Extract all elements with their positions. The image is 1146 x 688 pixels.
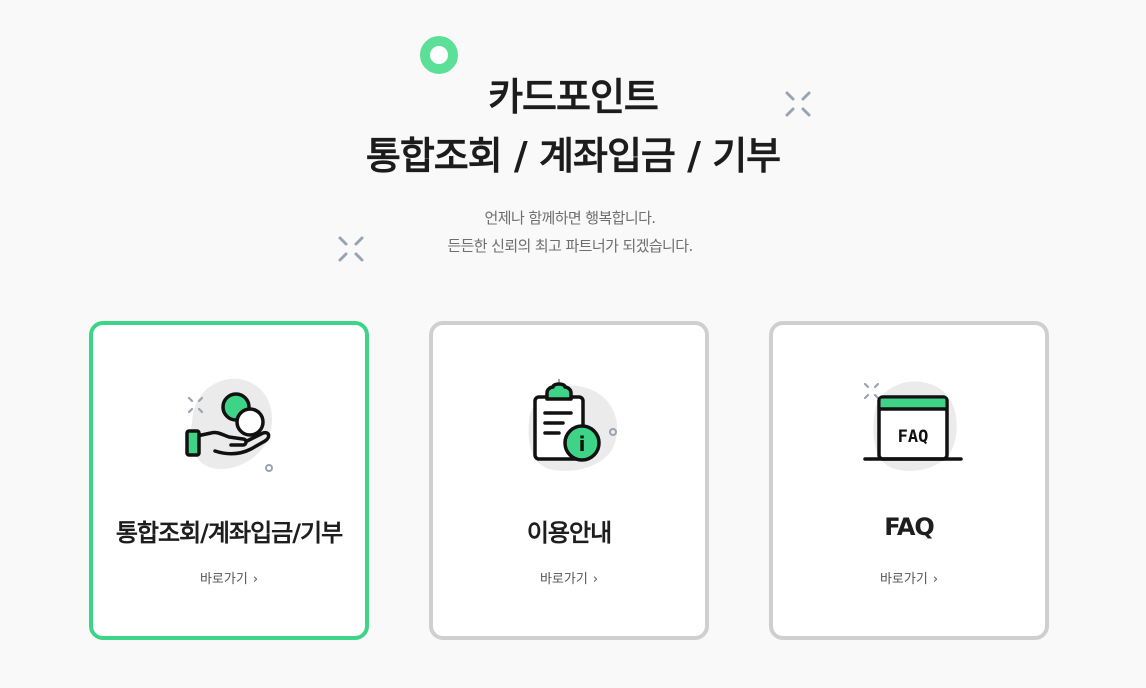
- shortcut-link-label: 바로가기: [199, 572, 248, 587]
- chevron-right-icon: ›: [252, 572, 259, 587]
- faq-window-icon: FAQ: [863, 381, 963, 471]
- shortcut-link[interactable]: 바로가기 ›: [93, 568, 365, 587]
- shortcut-link[interactable]: 바로가기 ›: [773, 568, 1045, 587]
- card-usage-guide[interactable]: i 이용안내 바로가기 ›: [429, 321, 709, 640]
- shortcut-link-label: 바로가기: [539, 572, 588, 587]
- faq-glyph: FAQ: [898, 427, 929, 447]
- coin-hand-icon: [185, 378, 273, 472]
- clipboard-info-icon: i: [528, 378, 618, 471]
- subtitle-line2: 든든한 신뢰의 최고 파트너가 되겠습니다.: [447, 237, 693, 255]
- card-point-inquiry[interactable]: 통합조회/계좌입금/기부 바로가기 ›: [89, 321, 369, 640]
- card-title: 통합조회/계좌입금/기부: [115, 519, 343, 547]
- subtitle-line1: 언제나 함께하면 행복합니다.: [484, 209, 657, 227]
- page-title-line1: 카드포인트: [488, 75, 659, 119]
- card-faq[interactable]: FAQ FAQ 바로가기 ›: [769, 321, 1049, 640]
- chevron-right-icon: ›: [932, 572, 939, 587]
- chevron-right-icon: ›: [592, 572, 599, 587]
- shortcut-link[interactable]: 바로가기 ›: [433, 568, 705, 587]
- shortcut-link-label: 바로가기: [879, 572, 928, 587]
- page-title-line2: 통합조회 / 계좌입금 / 기부: [365, 134, 781, 178]
- info-glyph: i: [579, 432, 586, 456]
- card-title: FAQ: [884, 513, 935, 541]
- card-title: 이용안내: [526, 519, 612, 547]
- ring-decoration: [420, 36, 458, 74]
